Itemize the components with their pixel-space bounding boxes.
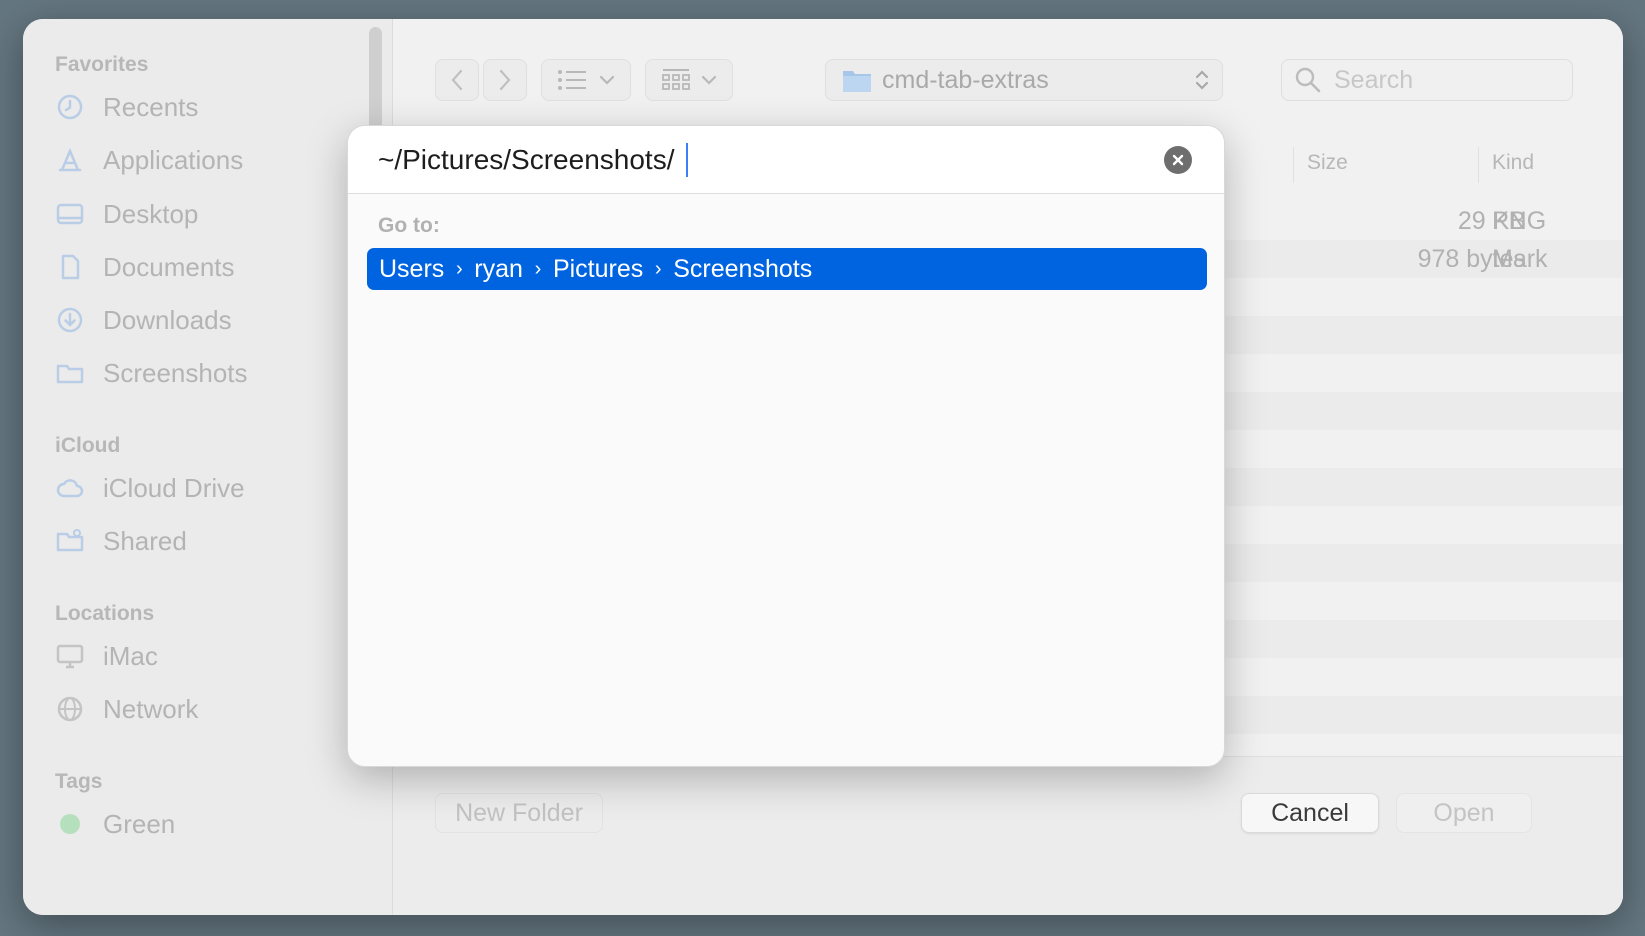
sidebar-section-favorites: Favorites	[55, 53, 149, 76]
group-view-button[interactable]	[645, 59, 733, 101]
kind-cell: Mark	[1492, 245, 1548, 273]
chevron-right-icon: ›	[455, 257, 463, 280]
sidebar-item-label: Desktop	[103, 198, 199, 229]
chevron-right-icon: ›	[654, 257, 662, 280]
cloud-icon	[55, 473, 85, 503]
sidebar-item-label: iMac	[103, 640, 158, 671]
sidebar-item-imac[interactable]: iMac	[55, 636, 355, 676]
path-suggestion-row[interactable]: Users › ryan › Pictures › Screenshots	[367, 248, 1207, 290]
bottom-bar: New Folder Cancel Open	[393, 756, 1623, 915]
tag-dot-icon	[55, 809, 85, 839]
open-button[interactable]: Open	[1396, 793, 1532, 833]
imac-icon	[55, 641, 85, 671]
sidebar-section-locations: Locations	[55, 602, 155, 625]
chevron-left-icon	[451, 69, 463, 91]
sidebar-item-label: Green	[103, 808, 176, 839]
sidebar-item-network[interactable]: Network	[55, 689, 355, 729]
sidebar-item-label: Recents	[103, 91, 199, 122]
location-popup[interactable]: cmd-tab-extras	[825, 59, 1223, 101]
shared-folder-icon	[55, 526, 85, 556]
goto-path-input[interactable]	[378, 140, 1148, 180]
sidebar-section-icloud: iCloud	[55, 434, 121, 457]
sidebar-item-applications[interactable]: Applications	[55, 140, 355, 180]
new-folder-button[interactable]: New Folder	[435, 793, 603, 833]
sidebar: Favorites Recents Applications Desktop D…	[23, 19, 393, 915]
desktop-icon	[55, 199, 85, 229]
sidebar-item-label: iCloud Drive	[103, 472, 245, 503]
clock-icon	[55, 92, 85, 122]
applications-icon	[55, 145, 85, 175]
list-icon	[558, 70, 586, 90]
path-crumb: Users	[379, 254, 445, 283]
up-down-chevron-icon	[1195, 70, 1209, 90]
column-separator	[1478, 147, 1479, 183]
chevron-down-icon	[599, 75, 615, 85]
goto-label: Go to:	[378, 214, 440, 237]
sidebar-item-icloud-drive[interactable]: iCloud Drive	[55, 468, 355, 508]
grid-icon	[662, 69, 690, 90]
chevron-down-icon	[701, 75, 717, 85]
download-icon	[55, 305, 85, 335]
clear-button[interactable]	[1164, 146, 1192, 174]
sidebar-item-label: Shared	[103, 525, 187, 556]
sidebar-item-label: Screenshots	[103, 357, 248, 388]
sidebar-section-tags: Tags	[55, 770, 103, 793]
path-crumb: Pictures	[552, 254, 644, 283]
sidebar-item-recents[interactable]: Recents	[55, 87, 355, 127]
document-icon	[55, 252, 85, 282]
location-popup-label: cmd-tab-extras	[882, 65, 1049, 94]
folder-icon	[55, 358, 85, 388]
sidebar-item-documents[interactable]: Documents	[55, 247, 355, 287]
sidebar-item-screenshots[interactable]: Screenshots	[55, 353, 355, 393]
forward-button[interactable]	[483, 59, 527, 101]
sidebar-item-desktop[interactable]: Desktop	[55, 194, 355, 234]
close-icon	[1172, 154, 1184, 166]
sidebar-item-tag-green[interactable]: Green	[55, 804, 355, 844]
sidebar-item-label: Network	[103, 693, 199, 724]
network-globe-icon	[55, 694, 85, 724]
column-header-size[interactable]: Size	[1307, 143, 1348, 183]
column-header-kind[interactable]: Kind	[1492, 143, 1534, 183]
sidebar-item-label: Applications	[103, 144, 244, 175]
search-field[interactable]: Search	[1281, 59, 1573, 101]
text-caret	[686, 143, 688, 177]
kind-cell: PNG	[1492, 207, 1547, 235]
sidebar-item-label: Downloads	[103, 304, 232, 335]
column-separator	[1293, 147, 1294, 183]
sidebar-item-label: Documents	[103, 251, 235, 282]
folder-icon	[843, 71, 871, 92]
sidebar-item-shared[interactable]: Shared	[55, 521, 355, 561]
goto-input-row	[348, 126, 1224, 194]
list-view-button[interactable]	[541, 59, 631, 101]
chevron-right-icon	[499, 69, 511, 91]
search-icon	[1295, 67, 1321, 93]
path-crumb: Screenshots	[673, 254, 813, 283]
back-button[interactable]	[435, 59, 479, 101]
sidebar-item-downloads[interactable]: Downloads	[55, 300, 355, 340]
search-placeholder: Search	[1334, 65, 1414, 94]
chevron-right-icon: ›	[534, 257, 542, 280]
path-crumb: ryan	[474, 254, 523, 283]
cancel-button[interactable]: Cancel	[1241, 793, 1379, 833]
go-to-folder-sheet: Go to: Users › ryan › Pictures › Screens…	[347, 125, 1225, 767]
